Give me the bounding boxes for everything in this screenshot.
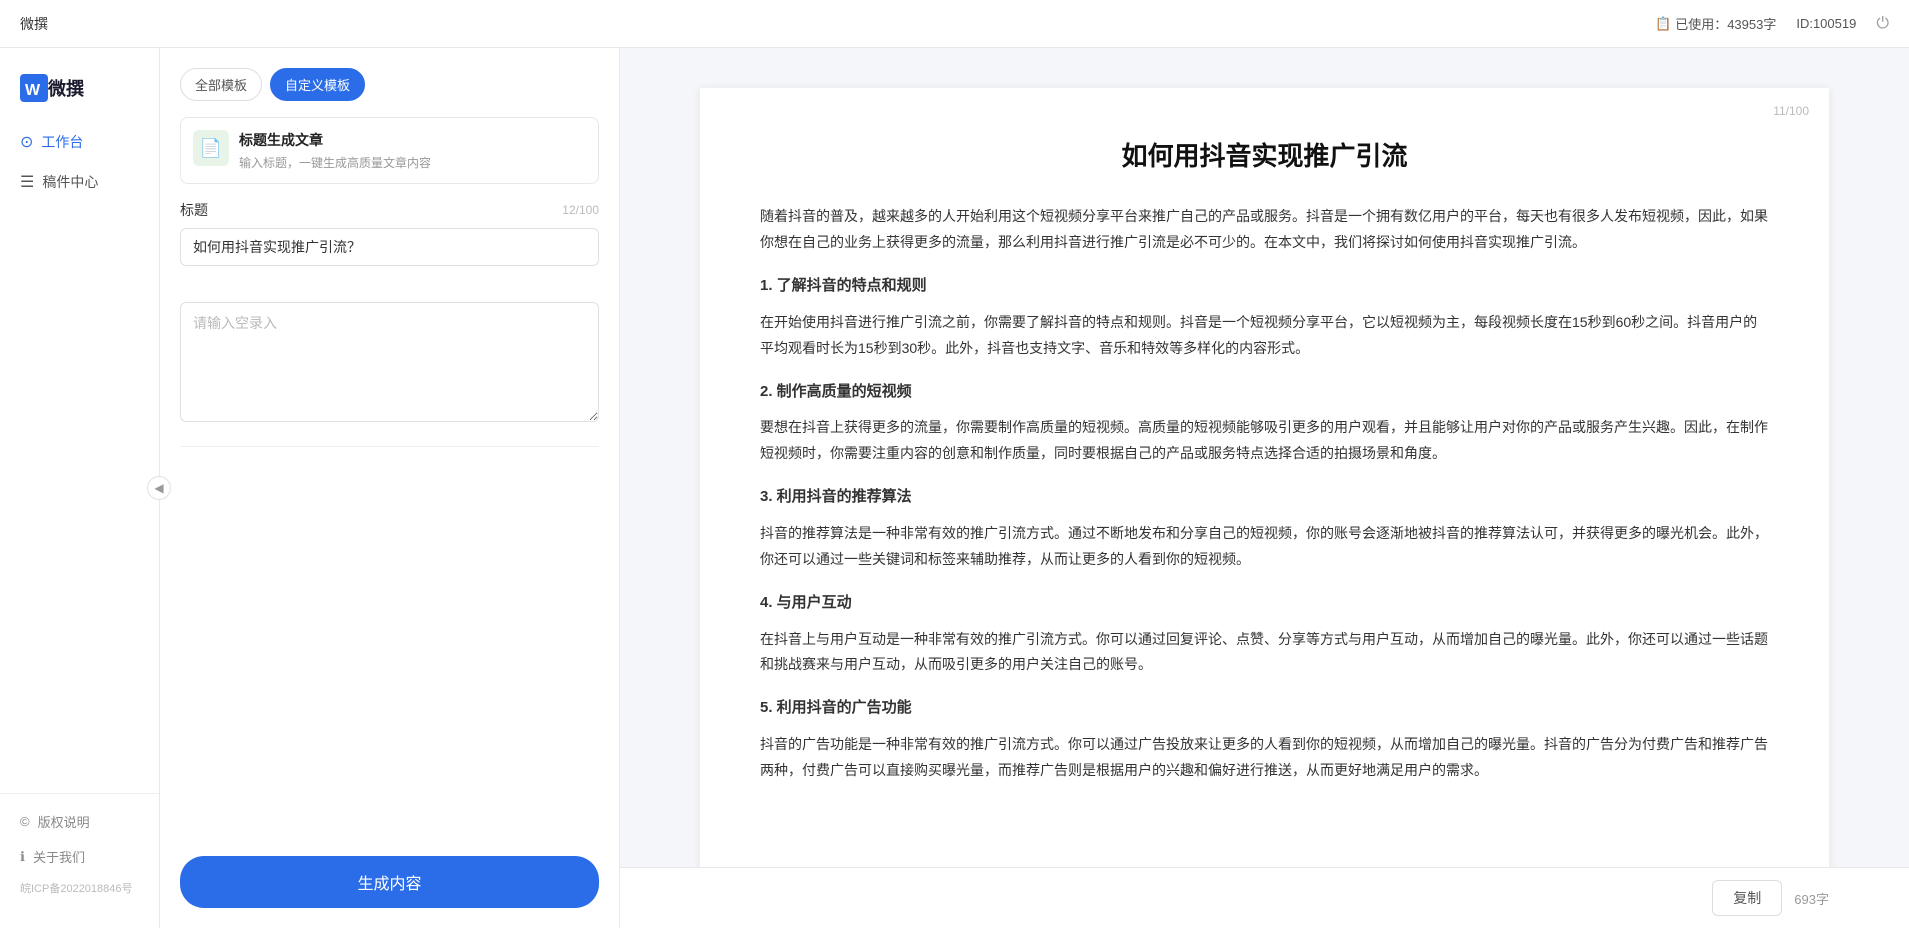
tab-custom-templates[interactable]: 自定义模板 (270, 68, 365, 101)
drafts-icon: ☰ (20, 172, 34, 192)
generate-button[interactable]: 生成内容 (180, 856, 599, 908)
logo: W 微撰 (0, 64, 159, 122)
right-panel: 11/100 如何用抖音实现推广引流 随着抖音的普及，越来越多的人开始利用这个短… (620, 48, 1909, 928)
title-char-count: 12/100 (562, 203, 599, 217)
usage-info: 📋 已使用：43953字 (1655, 14, 1776, 33)
about-label: 关于我们 (33, 847, 85, 866)
divider (180, 446, 599, 447)
topbar-right: 📋 已使用：43953字 ID:100519 ⏻ (1655, 14, 1889, 33)
sidebar-item-workbench[interactable]: ⊙ 工作台 (0, 122, 159, 162)
document-scroll-area[interactable]: 11/100 如何用抖音实现推广引流 随着抖音的普及，越来越多的人开始利用这个短… (620, 48, 1909, 867)
section-1-heading: 1. 了解抖音的特点和规则 (760, 272, 1769, 300)
page-counter: 11/100 (1773, 104, 1809, 118)
main-layout: W 微撰 ⊙ 工作台 ☰ 稿件中心 © 版权说明 ℹ 关于我们 皖ICP备202… (0, 48, 1909, 928)
section-3-heading: 3. 利用抖音的推荐算法 (760, 483, 1769, 511)
sidebar-item-drafts-label: 稿件中心 (42, 172, 98, 192)
id-label: ID:100519 (1796, 16, 1856, 31)
title-label-text: 标题 (180, 200, 208, 220)
usage-label: 已使用：43953字 (1675, 14, 1776, 33)
section-1-content: 在开始使用抖音进行推广引流之前，你需要了解抖音的特点和规则。抖音是一个短视频分享… (760, 310, 1769, 362)
tab-all-templates[interactable]: 全部模板 (180, 68, 262, 101)
w-logo-icon: W (20, 74, 48, 102)
content-area: 全部模板 自定义模板 📄 标题生成文章 输入标题，一键生成高质量文章内容 标题 … (160, 48, 1909, 928)
sidebar: W 微撰 ⊙ 工作台 ☰ 稿件中心 © 版权说明 ℹ 关于我们 皖ICP备202… (0, 48, 160, 928)
sidebar-item-drafts[interactable]: ☰ 稿件中心 (0, 162, 159, 202)
title-input[interactable] (180, 228, 599, 266)
doc-page: 11/100 如何用抖音实现推广引流 随着抖音的普及，越来越多的人开始利用这个短… (700, 88, 1829, 867)
word-count: 693字 (1794, 889, 1829, 908)
section-4-content: 在抖音上与用户互动是一种非常有效的推广引流方式。你可以通过回复评论、点赞、分享等… (760, 627, 1769, 679)
document-icon: 📋 (1655, 16, 1671, 32)
section-2-heading: 2. 制作高质量的短视频 (760, 378, 1769, 406)
svg-text:W: W (25, 82, 41, 99)
doc-body: 随着抖音的普及，越来越多的人开始利用这个短视频分享平台来推广自己的产品或服务。抖… (760, 204, 1769, 783)
template-card-content: 标题生成文章 输入标题，一键生成高质量文章内容 (239, 130, 586, 171)
section-5-content: 抖音的广告功能是一种非常有效的推广引流方式。你可以通过广告投放来让更多的人看到你… (760, 732, 1769, 784)
doc-intro: 随着抖音的普及，越来越多的人开始利用这个短视频分享平台来推广自己的产品或服务。抖… (760, 204, 1769, 256)
copyright-icon: © (20, 814, 30, 829)
content-textarea[interactable] (180, 302, 599, 422)
right-footer: 复制 693字 (620, 867, 1909, 928)
left-panel: 全部模板 自定义模板 📄 标题生成文章 输入标题，一键生成高质量文章内容 标题 … (160, 48, 620, 928)
collapse-sidebar-button[interactable]: ◀ (147, 476, 171, 500)
sidebar-item-about[interactable]: ℹ 关于我们 (0, 839, 159, 874)
section-4-heading: 4. 与用户互动 (760, 589, 1769, 617)
template-card-desc: 输入标题，一键生成高质量文章内容 (239, 154, 586, 171)
sidebar-item-workbench-label: 工作台 (41, 132, 83, 152)
workbench-icon: ⊙ (20, 132, 33, 152)
sidebar-bottom: © 版权说明 ℹ 关于我们 皖ICP备2022018846号 (0, 793, 159, 912)
doc-title: 如何用抖音实现推广引流 (760, 138, 1769, 174)
title-field-label: 标题 12/100 (180, 200, 599, 220)
power-icon[interactable]: ⏻ (1876, 15, 1889, 33)
topbar: 微撰 📋 已使用：43953字 ID:100519 ⏻ (0, 0, 1909, 48)
sidebar-item-copyright[interactable]: © 版权说明 (0, 804, 159, 839)
section-5-heading: 5. 利用抖音的广告功能 (760, 694, 1769, 722)
icp-text: 皖ICP备2022018846号 (0, 874, 159, 902)
copy-button[interactable]: 复制 (1712, 880, 1782, 916)
template-card-title-article[interactable]: 📄 标题生成文章 输入标题，一键生成高质量文章内容 (180, 117, 599, 184)
about-icon: ℹ (20, 849, 25, 865)
topbar-title: 微撰 (20, 14, 48, 34)
sidebar-nav: ⊙ 工作台 ☰ 稿件中心 (0, 122, 159, 793)
copyright-label: 版权说明 (38, 812, 90, 831)
section-2-content: 要想在抖音上获得更多的流量，你需要制作高质量的短视频。高质量的短视频能够吸引更多… (760, 415, 1769, 467)
template-card-title: 标题生成文章 (239, 130, 586, 150)
section-3-content: 抖音的推荐算法是一种非常有效的推广引流方式。通过不断地发布和分享自己的短视频，你… (760, 521, 1769, 573)
template-card-icon: 📄 (193, 130, 229, 166)
logo-text: 微撰 (48, 75, 84, 101)
template-tabs: 全部模板 自定义模板 (180, 68, 599, 101)
